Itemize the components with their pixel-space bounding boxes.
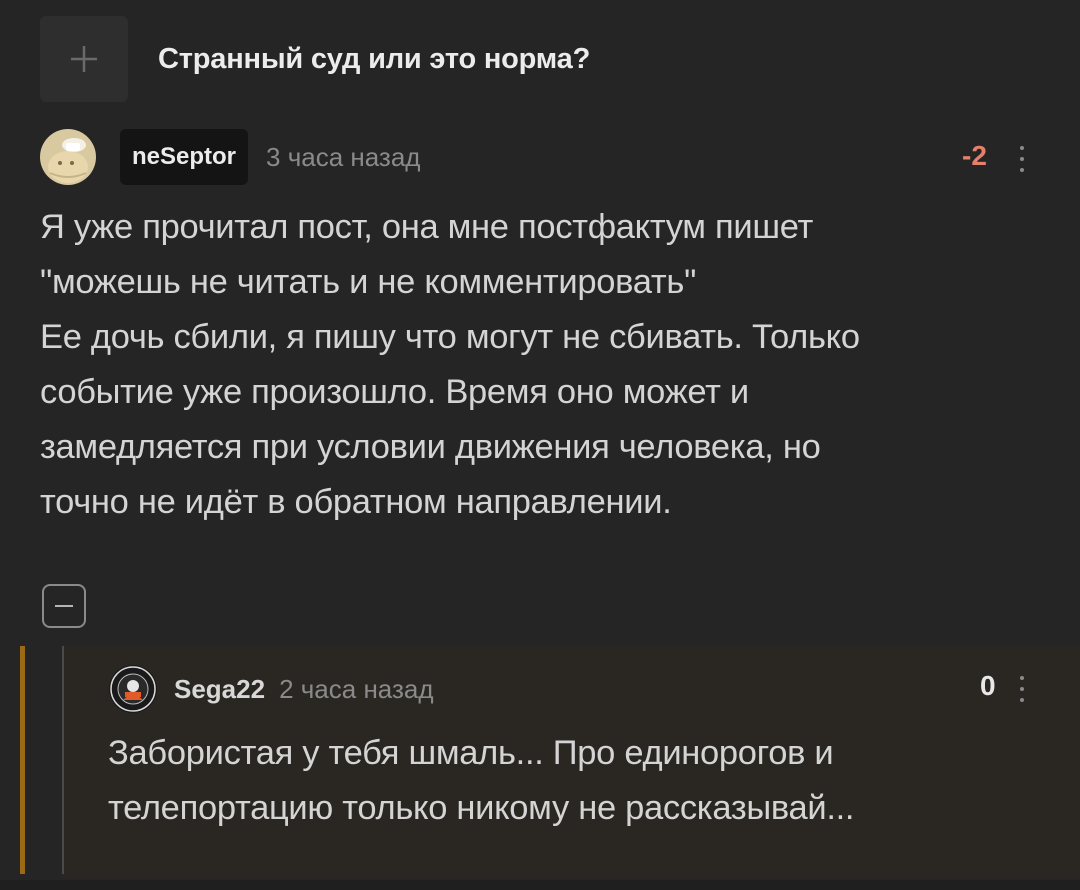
plus-icon [71,46,97,72]
bottom-divider [0,880,1080,890]
expand-post-button[interactable] [40,16,128,102]
reply-timestamp: 2 часа назад [279,673,434,704]
reply-username[interactable]: Sega22 [174,674,265,705]
comment-username[interactable]: neSeptor [120,129,249,185]
comment-timestamp: 3 часа назад [266,141,421,172]
reply-thread-line [62,646,64,874]
reply-text: Забористая у тебя шмаль... Про единорого… [108,734,855,827]
post-header: Странный суд или это норма? [40,16,590,102]
reply-avatar[interactable] [108,664,158,714]
avatar-cat-icon [40,129,96,185]
collapse-thread-button[interactable] [42,584,86,628]
reply-meta: Sega22 2 часа назад [108,664,434,714]
comment-rating: -2 [962,140,987,171]
avatar-emblem-icon [109,665,157,713]
comment-more-icon[interactable] [1017,146,1027,172]
comment-text: Я уже прочитал пост, она мне постфактум … [40,208,860,521]
reply-more-icon[interactable] [1017,676,1027,702]
comment-meta: neSeptor 3 часа назад [40,129,420,185]
reply-accent-bar [20,646,25,874]
minus-icon [55,605,73,607]
post-title[interactable]: Странный суд или это норма? [158,43,590,76]
reply-rating: 0 [980,670,996,701]
avatar[interactable] [40,129,96,185]
